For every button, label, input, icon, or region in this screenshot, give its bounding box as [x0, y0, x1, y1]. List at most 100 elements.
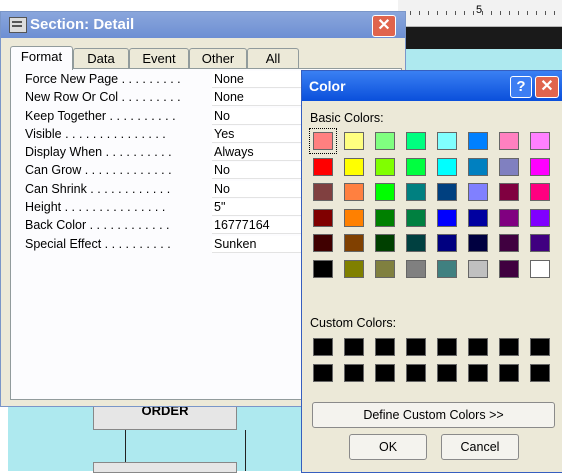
tab-all[interactable]: All — [247, 48, 299, 69]
color-swatch[interactable] — [437, 234, 457, 252]
color-swatch[interactable] — [344, 132, 364, 150]
color-swatch[interactable] — [406, 183, 426, 201]
color-swatch[interactable] — [344, 208, 364, 227]
color-swatch[interactable] — [375, 234, 395, 252]
color-swatch[interactable] — [313, 259, 333, 278]
property-value[interactable]: Yes — [212, 125, 310, 143]
color-swatch[interactable] — [499, 208, 519, 227]
color-swatch[interactable] — [406, 234, 426, 252]
color-swatch[interactable] — [437, 183, 457, 201]
close-icon[interactable]: ✕ — [535, 76, 559, 98]
property-row[interactable]: Keep Together . . . . . . . . . . No — [15, 107, 310, 126]
color-swatch[interactable] — [344, 234, 364, 252]
property-value[interactable]: Sunken — [212, 235, 310, 253]
color-swatch[interactable] — [375, 157, 395, 176]
color-swatch[interactable] — [468, 157, 488, 176]
color-swatch[interactable] — [406, 132, 426, 150]
custom-color-swatch[interactable] — [499, 364, 519, 382]
color-swatch[interactable] — [375, 259, 395, 278]
custom-color-swatch[interactable] — [437, 364, 457, 382]
color-swatch[interactable] — [313, 183, 333, 201]
custom-color-swatch[interactable] — [313, 364, 333, 382]
property-value[interactable]: 5" — [212, 199, 310, 217]
custom-color-swatch[interactable] — [375, 338, 395, 356]
report-control[interactable] — [93, 462, 237, 473]
ok-button[interactable]: OK — [349, 434, 427, 460]
custom-color-swatch[interactable] — [375, 364, 395, 382]
custom-color-swatch[interactable] — [468, 338, 488, 356]
color-swatch[interactable] — [406, 208, 426, 227]
custom-color-swatch[interactable] — [344, 338, 364, 356]
property-value[interactable]: None — [212, 71, 310, 88]
property-row[interactable]: Back Color . . . . . . . . . . . . 167771… — [15, 217, 310, 235]
property-row[interactable]: Display When . . . . . . . . . . Always — [15, 144, 310, 162]
property-value[interactable]: None — [212, 89, 310, 107]
custom-color-swatch[interactable] — [406, 364, 426, 382]
color-swatch[interactable] — [530, 259, 550, 278]
property-row[interactable]: Special Effect . . . . . . . . . . Sunken — [15, 235, 310, 254]
color-swatch[interactable] — [499, 132, 519, 150]
property-value[interactable]: Always — [212, 144, 310, 162]
color-swatch[interactable] — [309, 128, 337, 154]
color-swatch[interactable] — [499, 157, 519, 176]
color-swatch[interactable] — [406, 157, 426, 176]
cancel-button[interactable]: Cancel — [441, 434, 519, 460]
color-swatch[interactable] — [344, 183, 364, 201]
property-value[interactable]: No — [212, 162, 310, 180]
color-swatch[interactable] — [344, 157, 364, 176]
color-swatch[interactable] — [468, 132, 488, 150]
section-header-band[interactable] — [398, 27, 562, 49]
custom-color-swatch[interactable] — [344, 364, 364, 382]
property-row[interactable]: Can Shrink . . . . . . . . . . . . No — [15, 180, 310, 199]
custom-color-swatch[interactable] — [437, 338, 457, 356]
property-row[interactable]: New Row Or Col . . . . . . . . . None — [15, 89, 310, 107]
color-swatch[interactable] — [499, 183, 519, 201]
custom-color-swatch[interactable] — [406, 338, 426, 356]
custom-color-swatch[interactable] — [313, 338, 333, 356]
color-swatch[interactable] — [344, 259, 364, 278]
property-row[interactable]: Can Grow . . . . . . . . . . . . . No — [15, 162, 310, 180]
color-swatch[interactable] — [437, 157, 457, 176]
property-value[interactable]: 16777164 — [212, 217, 310, 235]
color-swatch[interactable] — [499, 234, 519, 252]
color-swatch[interactable] — [313, 208, 333, 227]
color-swatch[interactable] — [437, 259, 457, 278]
property-value[interactable]: No — [212, 180, 310, 198]
define-custom-colors-button[interactable]: Define Custom Colors >> — [312, 402, 555, 428]
tab-other[interactable]: Other — [189, 48, 247, 69]
property-row[interactable]: Visible . . . . . . . . . . . . . . . Yes — [15, 125, 310, 144]
color-swatch[interactable] — [437, 208, 457, 227]
color-swatch[interactable] — [375, 132, 395, 150]
custom-color-swatch[interactable] — [530, 364, 550, 382]
close-icon[interactable]: ✕ — [372, 15, 396, 37]
detail-section-strip[interactable] — [398, 49, 562, 72]
tab-data[interactable]: Data — [73, 48, 129, 69]
color-swatch[interactable] — [530, 183, 550, 201]
tab-event[interactable]: Event — [129, 48, 189, 69]
color-swatch[interactable] — [375, 208, 395, 227]
color-dialog-titlebar[interactable]: Color ? ✕ — [302, 71, 562, 101]
color-swatch[interactable] — [530, 132, 550, 150]
property-value[interactable]: No — [212, 107, 310, 125]
custom-color-swatch[interactable] — [499, 338, 519, 356]
color-swatch[interactable] — [313, 157, 333, 176]
property-row[interactable]: Force New Page . . . . . . . . . None — [15, 71, 310, 89]
help-icon[interactable]: ? — [510, 76, 532, 98]
color-swatch[interactable] — [530, 157, 550, 176]
color-swatch[interactable] — [530, 234, 550, 252]
color-swatch[interactable] — [468, 234, 488, 252]
color-swatch[interactable] — [375, 183, 395, 201]
tab-format[interactable]: Format — [10, 46, 73, 70]
color-swatch[interactable] — [468, 259, 488, 278]
custom-color-swatch[interactable] — [468, 364, 488, 382]
custom-color-swatch[interactable] — [530, 338, 550, 356]
color-swatch[interactable] — [406, 259, 426, 278]
color-swatch[interactable] — [437, 132, 457, 150]
property-row[interactable]: Height . . . . . . . . . . . . . . . 5" — [15, 199, 310, 217]
color-swatch[interactable] — [468, 183, 488, 201]
color-swatch[interactable] — [313, 234, 333, 252]
color-swatch[interactable] — [499, 259, 519, 278]
color-swatch[interactable] — [530, 208, 550, 227]
color-swatch[interactable] — [468, 208, 488, 227]
properties-titlebar[interactable]: Section: Detail ✕ — [1, 12, 405, 38]
